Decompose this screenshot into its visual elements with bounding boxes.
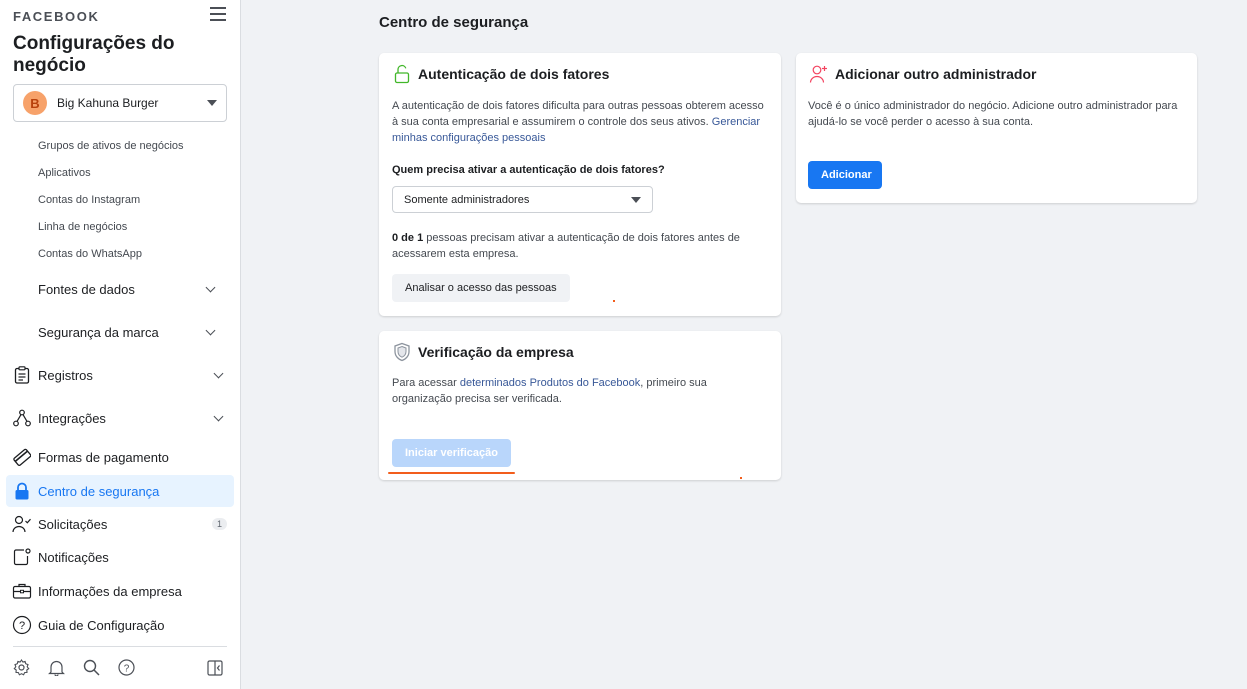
sidebar-item-requests[interactable]: Solicitações 1 bbox=[6, 508, 234, 540]
chevron-down-icon bbox=[205, 282, 216, 293]
sidebar: FACEBOOK Configurações do negócio B Big … bbox=[0, 0, 241, 689]
annotation-dot bbox=[740, 477, 742, 479]
sidebar-item-whatsapp-accounts[interactable]: Contas do WhatsApp bbox=[38, 248, 142, 260]
start-verification-button[interactable]: Iniciar verificação bbox=[392, 439, 511, 467]
shield-icon bbox=[392, 342, 412, 362]
two-factor-requirement-select[interactable]: Somente administradores bbox=[392, 186, 653, 213]
notification-icon bbox=[12, 547, 32, 567]
card-title: Verificação da empresa bbox=[418, 344, 574, 360]
add-person-icon bbox=[809, 64, 829, 84]
two-factor-description: A autenticação de dois fatores dificulta… bbox=[392, 98, 767, 146]
help-icon[interactable]: ? bbox=[118, 659, 135, 676]
lock-icon bbox=[12, 481, 32, 501]
sidebar-item-label: Guia de Configuração bbox=[38, 617, 165, 633]
briefcase-icon bbox=[12, 581, 32, 601]
facebook-products-link[interactable]: determinados Produtos do Facebook bbox=[460, 377, 640, 389]
sidebar-item-label: Integrações bbox=[38, 410, 106, 426]
description-text: A autenticação de dois fatores dificulta… bbox=[392, 100, 764, 128]
caret-down-icon bbox=[631, 196, 641, 203]
add-admin-button[interactable]: Adicionar bbox=[808, 161, 882, 189]
count-badge: 1 bbox=[211, 518, 227, 530]
count-text: pessoas precisam ativar a autenticação d… bbox=[392, 232, 740, 260]
card-header: Verificação da empresa bbox=[392, 342, 574, 362]
bell-icon[interactable] bbox=[48, 659, 65, 677]
sidebar-divider bbox=[13, 646, 227, 647]
sidebar-title: Configurações do negócio bbox=[13, 33, 175, 76]
count-value: 0 de 1 bbox=[392, 232, 424, 244]
verification-description: Para acessar determinados Produtos do Fa… bbox=[392, 375, 767, 407]
account-name: Big Kahuna Burger bbox=[57, 96, 159, 110]
search-icon[interactable] bbox=[83, 659, 100, 676]
sidebar-item-label: Informações da empresa bbox=[38, 583, 182, 599]
annotation-dot bbox=[613, 300, 615, 302]
two-factor-card: Autenticação de dois fatores A autentica… bbox=[379, 53, 781, 316]
svg-text:?: ? bbox=[124, 663, 130, 674]
add-admin-description: Você é o único administrador do negócio.… bbox=[808, 100, 1178, 128]
business-verification-card: Verificação da empresa Para acessar dete… bbox=[379, 331, 781, 480]
card-title: Adicionar outro administrador bbox=[835, 66, 1037, 82]
avatar: B bbox=[23, 91, 47, 115]
sidebar-item-business-info[interactable]: Informações da empresa bbox=[6, 575, 234, 607]
sidebar-footer-icons: ? bbox=[13, 658, 135, 677]
sidebar-item-records[interactable]: Registros bbox=[6, 359, 234, 391]
credit-card-icon bbox=[12, 447, 32, 467]
sidebar-item-notifications[interactable]: Notificações bbox=[6, 541, 234, 573]
card-title: Autenticação de dois fatores bbox=[418, 66, 610, 82]
menu-icon[interactable] bbox=[210, 7, 226, 23]
sidebar-group-brand-safety[interactable]: Segurança da marca bbox=[38, 325, 218, 340]
sidebar-item-instagram-accounts[interactable]: Contas do Instagram bbox=[38, 194, 140, 206]
sidebar-item-label: Notificações bbox=[38, 549, 109, 565]
panel-toggle-icon[interactable] bbox=[207, 660, 223, 676]
sidebar-item-apps[interactable]: Aplicativos bbox=[38, 167, 91, 179]
sidebar-item-label: Formas de pagamento bbox=[38, 449, 169, 465]
help-icon: ? bbox=[12, 615, 32, 635]
card-header: Adicionar outro administrador bbox=[809, 64, 1036, 84]
facebook-brand: FACEBOOK bbox=[13, 9, 100, 24]
person-check-icon bbox=[12, 514, 32, 534]
sidebar-item-label: Registros bbox=[38, 367, 93, 383]
two-factor-question: Quem precisa ativar a autenticação de do… bbox=[392, 164, 665, 176]
text-before: Para acessar bbox=[392, 377, 460, 389]
sidebar-group-label: Segurança da marca bbox=[38, 325, 159, 340]
two-factor-count: 0 de 1 pessoas precisam ativar a autenti… bbox=[392, 230, 767, 262]
selected-option: Somente administradores bbox=[404, 193, 530, 206]
sidebar-item-line-of-business[interactable]: Linha de negócios bbox=[38, 221, 127, 233]
chevron-down-icon bbox=[213, 368, 224, 378]
sidebar-item-label: Centro de segurança bbox=[38, 483, 160, 499]
sidebar-item-business-asset-groups[interactable]: Grupos de ativos de negócios bbox=[38, 140, 184, 152]
unlock-icon bbox=[392, 64, 412, 84]
sidebar-item-integrations[interactable]: Integrações bbox=[6, 402, 234, 434]
sidebar-group-label: Fontes de dados bbox=[38, 282, 135, 297]
sidebar-group-data-sources[interactable]: Fontes de dados bbox=[38, 282, 218, 297]
chevron-down-icon bbox=[205, 325, 216, 336]
svg-text:?: ? bbox=[19, 620, 25, 632]
review-people-access-button[interactable]: Analisar o acesso das pessoas bbox=[392, 274, 570, 302]
chevron-down-icon bbox=[213, 411, 224, 421]
clipboard-icon bbox=[12, 365, 32, 385]
annotation-underline bbox=[388, 472, 515, 474]
add-admin-card: Adicionar outro administrador Você é o ú… bbox=[796, 53, 1197, 203]
card-header: Autenticação de dois fatores bbox=[392, 64, 609, 84]
sidebar-item-setup-guide[interactable]: ? Guia de Configuração bbox=[6, 609, 234, 641]
business-account-select[interactable]: B Big Kahuna Burger bbox=[13, 84, 227, 122]
gear-icon[interactable] bbox=[13, 658, 30, 676]
sidebar-item-payment-methods[interactable]: Formas de pagamento bbox=[6, 441, 234, 473]
sidebar-item-label: Solicitações bbox=[38, 516, 108, 532]
sidebar-item-security-center[interactable]: Centro de segurança bbox=[6, 475, 234, 507]
caret-down-icon bbox=[207, 100, 217, 106]
integrations-icon bbox=[12, 408, 32, 428]
page-title: Centro de segurança bbox=[379, 14, 529, 31]
